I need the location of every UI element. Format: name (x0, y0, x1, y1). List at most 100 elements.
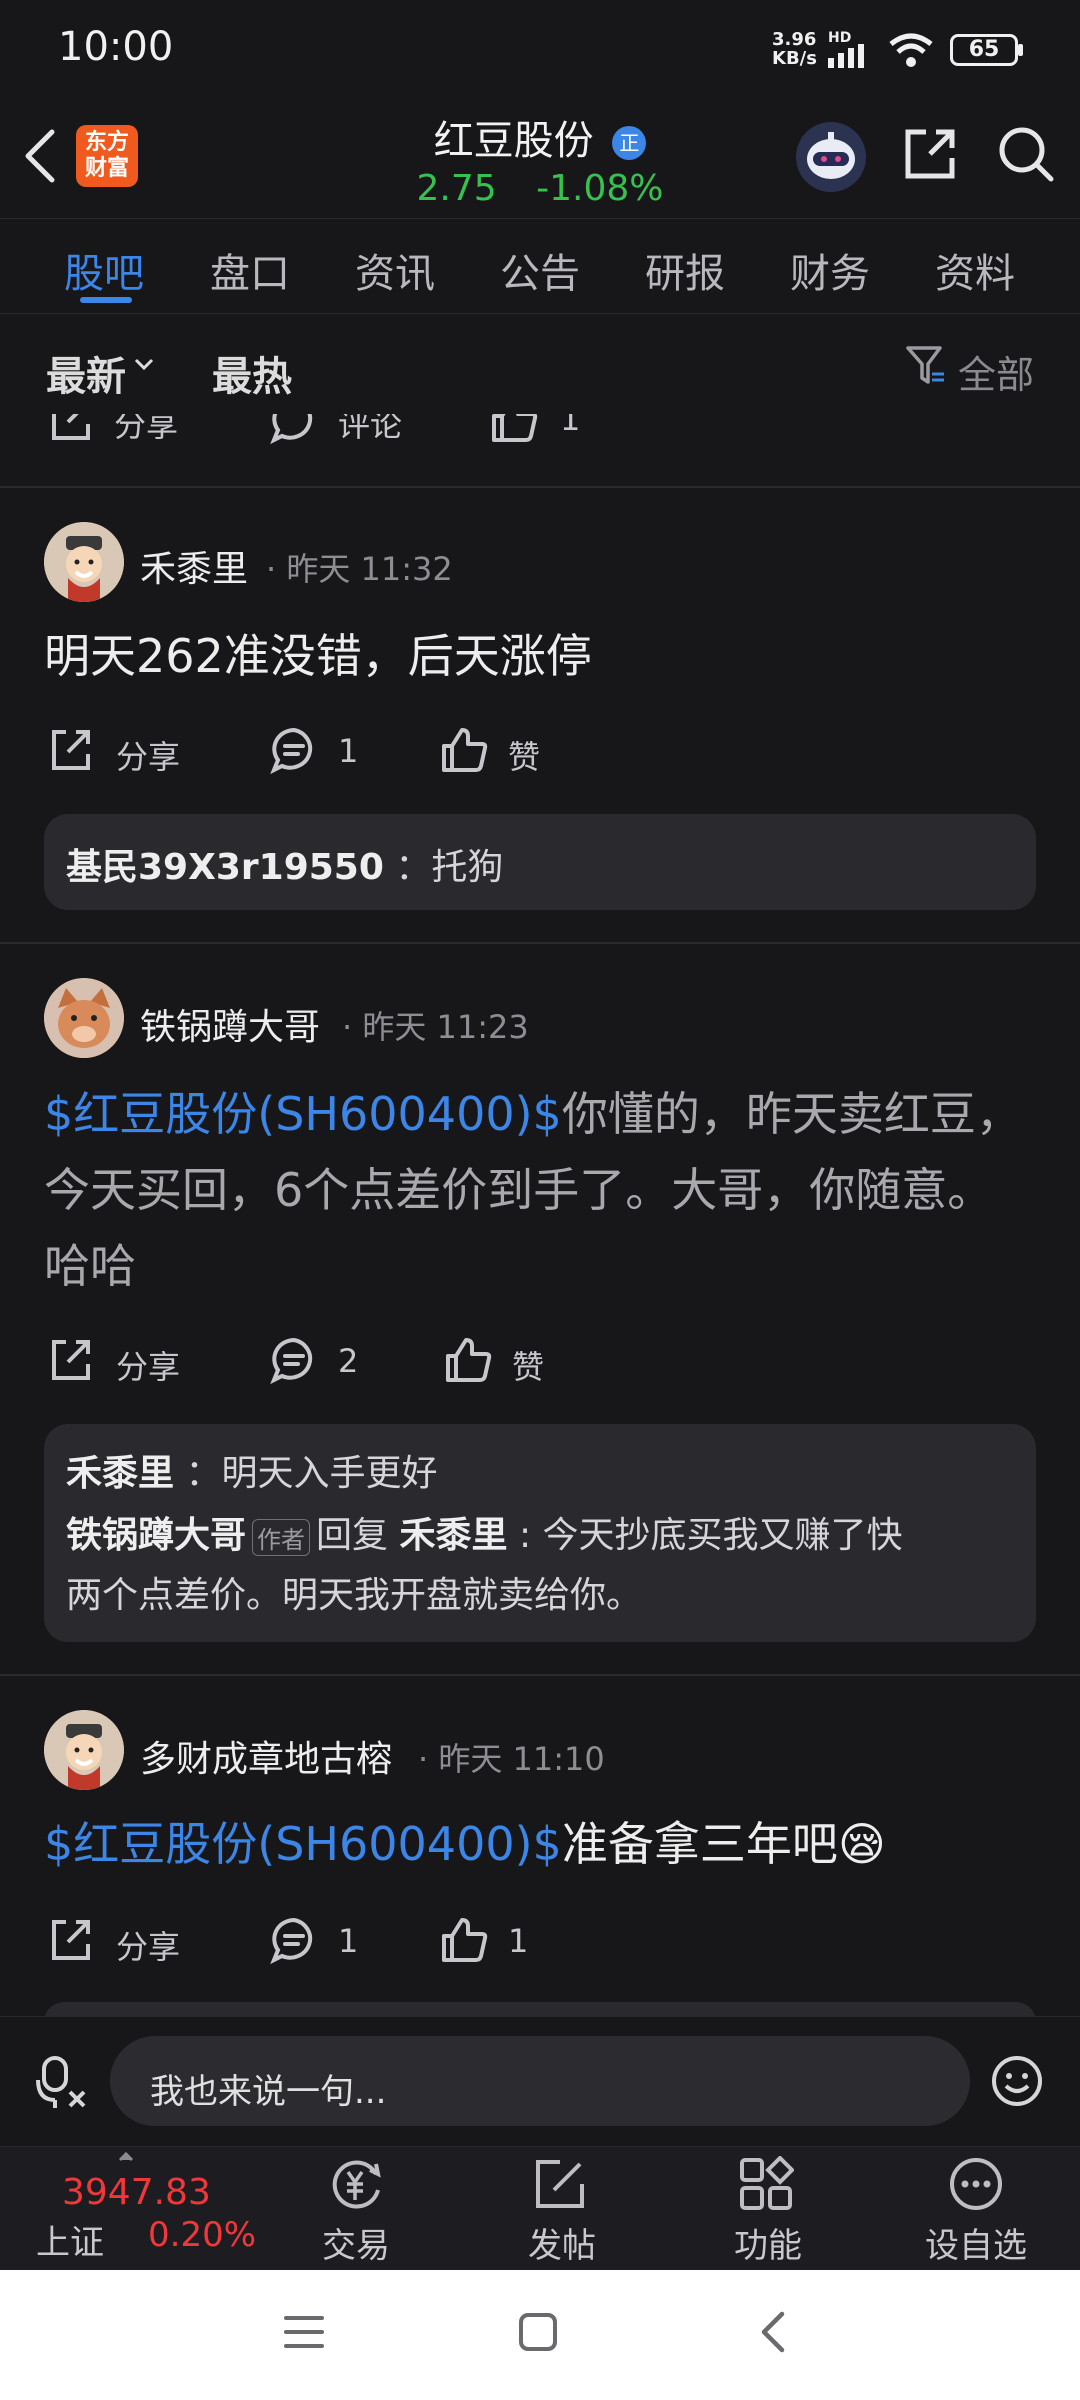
stock-price: 2.75 (416, 168, 497, 209)
share-icon[interactable] (46, 414, 94, 444)
reply-user[interactable]: 基民39X3r19550 (66, 847, 384, 888)
reply-user[interactable]: 铁锅蹲大哥 (66, 1515, 246, 1556)
bottom-trade[interactable]: 交易 (276, 2218, 436, 2267)
index-change[interactable]: 0.20% (148, 2215, 256, 2255)
comment-icon[interactable] (270, 1916, 318, 1964)
verified-badge: 正 (612, 126, 647, 160)
reply-text: ：明天入手更好 (185, 1453, 438, 1494)
comment-icon[interactable] (270, 1336, 318, 1384)
bottom-add-watchlist[interactable]: 设自选 (896, 2218, 1056, 2267)
trade-icon[interactable] (326, 2156, 386, 2212)
bottom-post[interactable]: 发帖 (482, 2218, 642, 2267)
reply-user[interactable]: 禾黍里 (66, 1453, 174, 1494)
post-time: · 昨天 11:32 (266, 550, 453, 588)
menu-icon[interactable] (284, 2312, 324, 2352)
share-label[interactable]: 分享 (116, 1342, 180, 1388)
battery-icon: 65 (950, 34, 1018, 66)
comment-icon[interactable] (270, 726, 318, 774)
nav-back-icon[interactable] (758, 2310, 788, 2354)
filter-icon[interactable] (904, 344, 948, 388)
tab-finance[interactable]: 财务 (790, 241, 870, 299)
like-count[interactable]: 1 (508, 1922, 528, 1960)
share-external-icon[interactable] (900, 124, 960, 184)
index-name[interactable]: 上证 (36, 2215, 104, 2264)
like-icon[interactable] (490, 414, 538, 444)
post-content[interactable]: 明天262准没错，后天涨停 (44, 618, 1044, 694)
reply-preview-box[interactable]: 基民39X3r19550 ：托狗 (44, 814, 1036, 910)
tab-profile[interactable]: 资料 (935, 241, 1015, 299)
reply-target[interactable]: 禾黍里 (399, 1515, 507, 1556)
reply-word: 回复 (316, 1515, 389, 1556)
tab-bar: 股吧 盘口 资讯 公告 研报 财务 资料 (0, 218, 1080, 314)
voice-input-icon[interactable] (36, 2054, 88, 2110)
functions-grid-icon[interactable] (738, 2156, 794, 2212)
more-options-icon[interactable] (948, 2156, 1004, 2212)
post-content[interactable]: $红豆股份(SH600400)$你懂的，昨天卖红豆， 今天买回，6个点差价到手了… (44, 1076, 1044, 1304)
avatar[interactable] (44, 1710, 124, 1790)
filter-label[interactable]: 全部 (958, 344, 1034, 399)
stock-change: -1.08% (536, 168, 664, 209)
reply-line: 禾黍里 ：明天入手更好 (66, 1444, 437, 1496)
content-line1: 你懂的，昨天卖红豆， (561, 1087, 1022, 1141)
share-label: 分享 (114, 414, 179, 444)
comment-icon[interactable] (270, 414, 318, 444)
post-edit-icon[interactable] (532, 2156, 588, 2212)
reply-text: : 今天抄底买我又赚了快 (518, 1515, 903, 1556)
net-speed-value: 3.96 (772, 29, 817, 50)
post-divider (0, 486, 1080, 488)
tab-research[interactable]: 研报 (645, 241, 725, 299)
reply-preview-box[interactable]: 禾黍里 ：明天入手更好 铁锅蹲大哥 作者 回复 禾黍里 : 今天抄底买我又赚了快 两… (44, 1424, 1036, 1642)
post-author[interactable]: 铁锅蹲大哥 (140, 998, 320, 1050)
share-icon[interactable] (46, 726, 94, 774)
wifi-icon (888, 32, 934, 68)
comment-count[interactable]: 1 (338, 732, 358, 770)
comment-count[interactable]: 1 (338, 1922, 358, 1960)
like-label[interactable]: 赞 (508, 732, 540, 778)
post-content[interactable]: $红豆股份(SH600400)$准备拿三年吧😪 (44, 1806, 1044, 1882)
search-icon[interactable] (996, 124, 1056, 184)
ai-assistant-icon[interactable] (796, 122, 866, 192)
post-author[interactable]: 多财成章地古榕 (140, 1730, 392, 1782)
tab-guba[interactable]: 股吧 (64, 241, 144, 299)
emoji-icon[interactable] (990, 2054, 1044, 2108)
comment-input[interactable]: 我也来说一句... (110, 2036, 970, 2126)
sort-hottest[interactable]: 最热 (212, 344, 292, 402)
post-author[interactable]: 禾黍里 (140, 540, 248, 592)
share-icon[interactable] (46, 1336, 94, 1384)
sleepy-emoji-icon: 😪 (837, 1817, 886, 1871)
share-icon[interactable] (46, 1916, 94, 1964)
battery-level: 65 (968, 37, 1000, 62)
avatar[interactable] (44, 978, 124, 1058)
share-label[interactable]: 分享 (116, 732, 180, 778)
content-line3: 哈哈 (44, 1239, 136, 1293)
tab-pankou[interactable]: 盘口 (210, 241, 290, 299)
like-icon[interactable] (444, 1336, 494, 1384)
status-time: 10:00 (58, 24, 174, 70)
post-divider (0, 1674, 1080, 1676)
reply-text: ：托狗 (395, 847, 504, 888)
content-text: 准备拿三年吧 (561, 1817, 838, 1871)
like-icon[interactable] (440, 726, 490, 774)
share-label[interactable]: 分享 (116, 1922, 180, 1968)
home-icon[interactable] (518, 2312, 558, 2352)
tab-announcements[interactable]: 公告 (500, 241, 580, 299)
like-label[interactable]: 赞 (512, 1342, 544, 1388)
tab-news[interactable]: 资讯 (355, 241, 435, 299)
index-value[interactable]: 3947.83 (62, 2172, 211, 2213)
comment-count[interactable]: 2 (338, 1342, 358, 1380)
content-line2: 今天买回，6个点差价到手了。大哥，你随意。 (44, 1163, 994, 1217)
net-speed: 3.96 KB/s (772, 30, 817, 68)
sort-latest-label: 最新 (46, 354, 126, 400)
stock-link[interactable]: $红豆股份(SH600400)$ (44, 1087, 562, 1141)
avatar[interactable] (44, 522, 124, 602)
post-time-value: 昨天 11:10 (438, 1740, 605, 1778)
stock-link[interactable]: $红豆股份(SH600400)$ (44, 1817, 562, 1871)
like-icon[interactable] (440, 1916, 490, 1964)
reply-text-cont: 两个点差价。明天我开盘就卖给你。 (66, 1575, 643, 1616)
like-count: 1 (560, 414, 581, 438)
expand-up-icon[interactable] (118, 2152, 134, 2162)
bottom-functions[interactable]: 功能 (688, 2218, 848, 2267)
previous-post-actions: 分享 评论 1 (0, 414, 1080, 454)
post-time-value: 昨天 11:23 (362, 1008, 529, 1046)
sort-latest[interactable]: 最新 (46, 344, 126, 402)
